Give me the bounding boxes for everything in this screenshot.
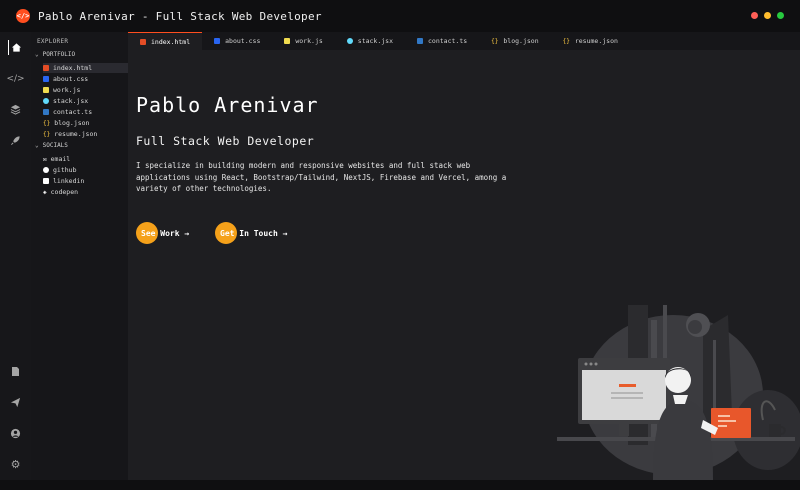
file-item-blog-json[interactable]: {} blog.json <box>43 118 128 128</box>
tab-contact-ts[interactable]: contact.ts <box>405 32 479 50</box>
tab-resume-json[interactable]: {} resume.json <box>551 32 630 50</box>
file-item-index-html[interactable]: index.html <box>43 63 128 73</box>
status-bar <box>0 480 800 490</box>
social-label: email <box>50 155 71 163</box>
hero-name: Pablo Arenivar <box>136 93 319 117</box>
tab-label: about.css <box>225 37 261 45</box>
json-icon: {} <box>562 37 570 45</box>
js-icon <box>284 38 291 44</box>
editor-tabs: index.html about.css work.js stack.jsx c… <box>128 32 800 50</box>
tab-label: work.js <box>295 37 323 45</box>
maximize-button[interactable] <box>777 12 784 19</box>
tab-about-css[interactable]: about.css <box>202 32 272 50</box>
socials-section-label: SOCIALS <box>42 142 68 149</box>
tab-label: resume.json <box>574 37 618 45</box>
tab-index-html[interactable]: index.html <box>128 32 203 50</box>
app-window: </> Pablo Arenivar - Full Stack Web Deve… <box>0 0 800 490</box>
mail-icon: ✉ <box>43 155 47 163</box>
social-item-linkedin[interactable]: linkedin <box>43 176 128 186</box>
json-icon: {} <box>43 119 51 127</box>
title-bar: </> Pablo Arenivar - Full Stack Web Deve… <box>0 0 800 32</box>
file-label: blog.json <box>54 119 90 127</box>
tab-work-js[interactable]: work.js <box>272 32 334 50</box>
explorer-panel: EXPLORER ⌄ PORTFOLIO index.html about.cs… <box>31 32 128 480</box>
send-icon[interactable] <box>8 395 23 410</box>
tab-label: index.html <box>151 37 191 46</box>
socials-section-header[interactable]: ⌄ SOCIALS <box>35 142 68 149</box>
css-icon <box>43 76 49 82</box>
tab-label: stack.jsx <box>357 37 394 45</box>
tab-label: contact.ts <box>428 37 468 45</box>
see-work-label: See Work → <box>141 228 190 238</box>
stack-icon[interactable] <box>8 102 23 117</box>
tab-blog-json[interactable]: {} blog.json <box>479 32 550 50</box>
explorer-title: EXPLORER <box>37 38 69 45</box>
css-icon <box>214 38 221 44</box>
json-icon: {} <box>491 37 499 45</box>
file-label: stack.jsx <box>53 97 89 105</box>
file-item-stack-jsx[interactable]: stack.jsx <box>43 96 128 106</box>
json-icon: {} <box>43 130 51 138</box>
tab-stack-jsx[interactable]: stack.jsx <box>335 32 405 50</box>
close-button[interactable] <box>751 12 758 19</box>
see-work-button[interactable]: See Work → <box>136 222 206 244</box>
github-icon <box>43 167 49 173</box>
react-icon <box>346 38 353 44</box>
codepen-icon: ◈ <box>43 188 47 196</box>
home-icon[interactable] <box>8 40 23 55</box>
file-label: contact.ts <box>53 108 93 116</box>
file-label: resume.json <box>54 130 98 138</box>
tab-label: blog.json <box>503 37 539 45</box>
app-logo-icon: </> <box>16 9 30 23</box>
file-label: about.css <box>53 75 89 83</box>
file-item-contact-ts[interactable]: contact.ts <box>43 107 128 117</box>
window-title: Pablo Arenivar - Full Stack Web Develope… <box>38 9 322 23</box>
file-label: work.js <box>53 86 81 94</box>
linkedin-icon <box>43 178 49 184</box>
file-item-work-js[interactable]: work.js <box>43 85 128 95</box>
window-controls <box>751 12 784 19</box>
html-icon <box>140 38 146 45</box>
activity-bar: </> ⚙ <box>0 32 31 480</box>
file-label: index.html <box>53 64 93 72</box>
file-item-about-css[interactable]: about.css <box>43 74 128 84</box>
minimize-button[interactable] <box>764 12 771 19</box>
user-icon[interactable] <box>8 426 23 441</box>
file-item-resume-json[interactable]: {} resume.json <box>43 129 128 139</box>
file-icon[interactable] <box>8 364 23 379</box>
social-label: linkedin <box>53 177 85 185</box>
js-icon <box>43 87 49 93</box>
rocket-icon[interactable] <box>8 133 23 148</box>
ts-icon <box>43 109 49 115</box>
developer-illustration <box>557 305 800 480</box>
social-item-codepen[interactable]: ◈ codepen <box>43 187 128 197</box>
chevron-down-icon: ⌄ <box>35 51 39 58</box>
get-in-touch-label: Get In Touch → <box>220 228 288 238</box>
portfolio-section-label: PORTFOLIO <box>42 51 76 58</box>
social-item-email[interactable]: ✉ email <box>43 154 128 164</box>
ts-icon <box>417 38 424 44</box>
react-icon <box>43 98 49 104</box>
get-in-touch-button[interactable]: Get In Touch → <box>215 222 305 244</box>
social-label: codepen <box>50 188 79 196</box>
gear-icon[interactable]: ⚙ <box>8 457 23 472</box>
hero-role: Full Stack Web Developer <box>136 134 315 148</box>
social-item-github[interactable]: github <box>43 165 128 175</box>
portfolio-section-header[interactable]: ⌄ PORTFOLIO <box>35 51 75 58</box>
html-icon <box>43 65 49 71</box>
chevron-down-icon: ⌄ <box>35 142 39 149</box>
hero-description: I specialize in building modern and resp… <box>136 161 507 193</box>
code-icon[interactable]: </> <box>6 71 24 86</box>
social-label: github <box>53 166 77 174</box>
